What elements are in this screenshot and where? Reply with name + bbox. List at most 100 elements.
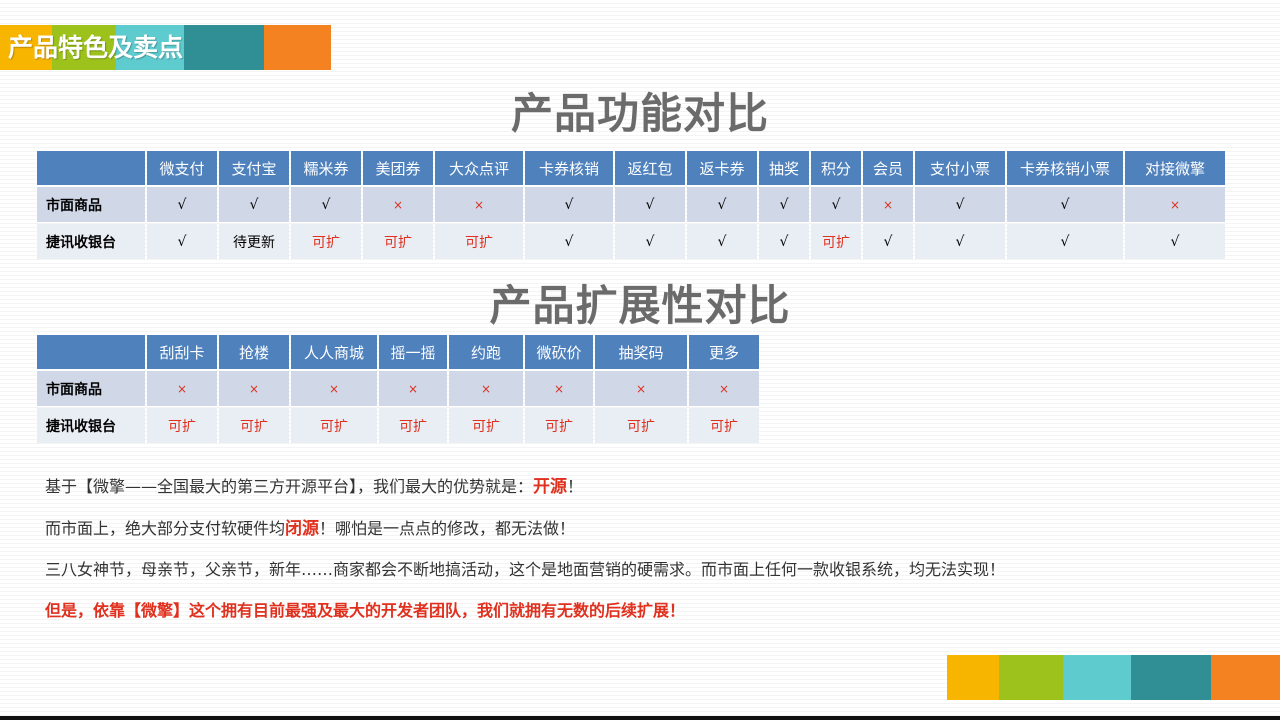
table-cell: √: [147, 224, 217, 259]
table-cell: √: [863, 224, 913, 259]
table-cell: 可扩: [435, 224, 523, 259]
bottom-divider: [0, 716, 1280, 720]
extendable-label: 可扩: [472, 418, 500, 435]
extensibility-comparison-table: 刮刮卡 抢楼 人人商城 摇一摇 约跑 微砍价 抽奖码 更多 市面商品 × × × × × ×…: [35, 333, 761, 445]
extendable-label: 可扩: [822, 234, 850, 251]
cross-mark: ×: [248, 381, 260, 396]
row-label: 市面商品: [37, 187, 145, 222]
table-cell: √: [759, 224, 809, 259]
extendable-label: 可扩: [320, 418, 348, 435]
paragraph-open-source: 基于【微擎——全国最大的第三方开源平台】，我们最大的优势就是：开源！: [45, 472, 583, 497]
check-mark: √: [645, 196, 655, 213]
column-header: 返卡券: [687, 151, 757, 185]
extendable-label: 可扩: [168, 418, 196, 435]
table-cell: 可扩: [291, 408, 377, 443]
check-mark: √: [1060, 196, 1070, 213]
extendable-label: 可扩: [545, 418, 573, 435]
footer-color-band: [947, 655, 1280, 700]
extendable-label: 可扩: [384, 234, 412, 251]
table-cell: ×: [363, 187, 433, 222]
check-mark: √: [177, 196, 187, 213]
cross-mark: ×: [480, 381, 492, 396]
cross-mark: ×: [718, 381, 730, 396]
table-cell: 可扩: [219, 408, 289, 443]
footer-band-segment: [1211, 655, 1280, 700]
table-corner-cell: [37, 151, 145, 185]
table-cell: √: [615, 224, 685, 259]
table-header-row: 微支付 支付宝 糯米券 美团券 大众点评 卡券核销 返红包 返卡券 抽奖 积分 …: [37, 151, 1225, 185]
table-cell: √: [759, 187, 809, 222]
table-cell: 可扩: [595, 408, 687, 443]
footer-band-segment: [1131, 655, 1211, 700]
header-band-segment: [264, 25, 331, 70]
column-header: 刮刮卡: [147, 335, 217, 369]
column-header: 抽奖: [759, 151, 809, 185]
table-cell: 可扩: [379, 408, 447, 443]
column-header: 会员: [863, 151, 913, 185]
check-mark: √: [564, 196, 574, 213]
table-header-row: 刮刮卡 抢楼 人人商城 摇一摇 约跑 微砍价 抽奖码 更多: [37, 335, 759, 369]
table-cell: √: [525, 187, 613, 222]
check-mark: √: [564, 233, 574, 250]
table-cell: √: [525, 224, 613, 259]
check-mark: √: [883, 233, 893, 250]
check-mark: √: [717, 196, 727, 213]
table-cell: ×: [689, 371, 759, 406]
table-cell: √: [1007, 224, 1123, 259]
table-cell: ×: [449, 371, 523, 406]
table-cell: √: [615, 187, 685, 222]
table-cell: 可扩: [525, 408, 593, 443]
row-label: 捷讯收银台: [37, 408, 145, 443]
cross-mark: ×: [553, 381, 565, 396]
paragraph-closed-source: 而市面上，绝大部分支付软硬件均闭源！哪怕是一点点的修改，都无法做！: [45, 514, 575, 539]
cross-mark: ×: [392, 197, 404, 212]
row-label: 市面商品: [37, 371, 145, 406]
check-mark: √: [955, 233, 965, 250]
cross-mark: ×: [1169, 197, 1181, 212]
table-cell: √: [915, 224, 1005, 259]
pending-update-label: 待更新: [233, 234, 275, 251]
table-cell: √: [811, 187, 861, 222]
table-cell: √: [1007, 187, 1123, 222]
table-cell: ×: [595, 371, 687, 406]
table-cell: ×: [525, 371, 593, 406]
cross-mark: ×: [407, 381, 419, 396]
row-label: 捷讯收银台: [37, 224, 145, 259]
table-cell: ×: [219, 371, 289, 406]
table-cell: 可扩: [147, 408, 217, 443]
column-header: 抢楼: [219, 335, 289, 369]
column-header: 美团券: [363, 151, 433, 185]
table-row: 捷讯收银台 可扩 可扩 可扩 可扩 可扩 可扩 可扩 可扩: [37, 408, 759, 443]
table-cell: 可扩: [811, 224, 861, 259]
check-mark: √: [1060, 233, 1070, 250]
table-cell: 可扩: [449, 408, 523, 443]
check-mark: √: [717, 233, 727, 250]
check-mark: √: [321, 196, 331, 213]
cross-mark: ×: [328, 381, 340, 396]
check-mark: √: [645, 233, 655, 250]
table-cell: ×: [435, 187, 523, 222]
paragraph-extension-claim: 但是，依靠【微擎】这个拥有目前最强及最大的开发者团队，我们就拥有无数的后续扩展！: [45, 601, 686, 620]
paragraph-text: 而市面上，绝大部分支付软硬件均: [45, 519, 286, 538]
table-cell: 待更新: [219, 224, 289, 259]
column-header: 大众点评: [435, 151, 523, 185]
footer-band-segment: [999, 655, 1063, 700]
table-cell: 可扩: [363, 224, 433, 259]
column-header: 卡券核销: [525, 151, 613, 185]
check-mark: √: [779, 196, 789, 213]
column-header: 对接微擎: [1125, 151, 1225, 185]
column-header: 支付小票: [915, 151, 1005, 185]
cross-mark: ×: [635, 381, 647, 396]
column-header: 糯米券: [291, 151, 361, 185]
column-header: 摇一摇: [379, 335, 447, 369]
table-cell: √: [687, 187, 757, 222]
column-header: 抽奖码: [595, 335, 687, 369]
feature-comparison-table: 微支付 支付宝 糯米券 美团券 大众点评 卡券核销 返红包 返卡券 抽奖 积分 …: [35, 149, 1227, 261]
table-row: 市面商品 × × × × × × × ×: [37, 371, 759, 406]
table-cell: ×: [147, 371, 217, 406]
column-header: 更多: [689, 335, 759, 369]
table-cell: ×: [863, 187, 913, 222]
extendable-label: 可扩: [312, 234, 340, 251]
cross-mark: ×: [882, 197, 894, 212]
footer-band-segment: [1063, 655, 1131, 700]
